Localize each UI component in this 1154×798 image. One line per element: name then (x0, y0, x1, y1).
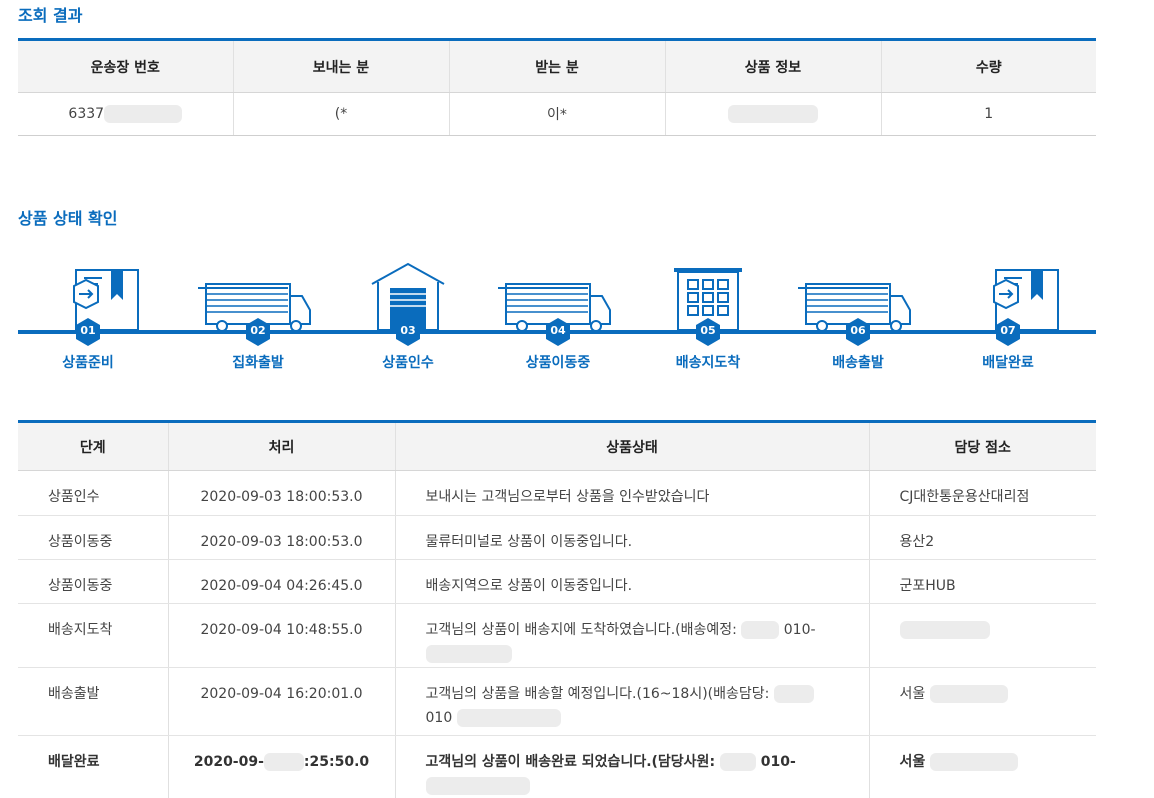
time-cell: 2020-09-04 04:26:45.0 (168, 559, 396, 604)
office-cell: 군포HUB (869, 559, 1096, 604)
table-row: 상품이동중 2020-09-04 04:26:45.0 배송지역으로 상품이 이… (18, 559, 1096, 604)
table-row: 상품인수 2020-09-03 18:00:53.0 보내시는 고객님으로부터 … (18, 470, 1096, 516)
office-cell: CJ대한통운용산대리점 (869, 470, 1096, 516)
status-text-tail: 010- (783, 622, 816, 638)
status-text-tail: 010- (760, 754, 796, 770)
step-cell: 배송출발 (18, 667, 169, 736)
step-number-badge: 02 (246, 318, 270, 346)
table-header-row: 운송장 번호 보내는 분 받는 분 상품 정보 수량 (18, 39, 1096, 93)
time-cell: 2020-09- :25:50.0 (168, 735, 396, 798)
time-text: 2020-09- (193, 754, 264, 770)
office-name: 서울 (899, 754, 926, 770)
step-cell: 배달완료 (18, 735, 169, 798)
column-header: 처리 (168, 421, 396, 471)
column-header: 수량 (881, 39, 1096, 93)
status-table: 단계 처리 상품상태 담당 점소 상품인수 2020-09-03 18:00:5… (18, 420, 1096, 798)
redacted-block (741, 621, 780, 639)
step-label: 상품준비 (62, 355, 114, 371)
receiver-name: 이* (547, 107, 567, 123)
time-text-tail: :25:50.0 (303, 754, 370, 770)
status-cell: 고객님의 상품이 배송지에 도착하였습니다.(배송예정: 010- (395, 603, 870, 668)
column-header: 상품 정보 (665, 39, 882, 93)
redacted-block (899, 621, 990, 639)
step-number-badge: 07 (996, 318, 1020, 346)
redacted-block (425, 645, 512, 663)
redacted-block (930, 753, 1019, 771)
step-cell: 상품이동중 (18, 559, 169, 604)
table-row: 배송지도착 2020-09-04 10:48:55.0 고객님의 상품이 배송지… (18, 603, 1096, 668)
column-header: 담당 점소 (869, 421, 1096, 471)
sender-cell: (* (233, 92, 450, 136)
step-label: 배송지도착 (675, 355, 741, 371)
time-cell: 2020-09-04 16:20:01.0 (168, 667, 396, 736)
table-row: 배달완료 2020-09- :25:50.0 고객님의 상품이 배송완료 되었습니… (18, 735, 1096, 798)
status-section-title: 상품 상태 확인 (18, 209, 118, 228)
result-table: 운송장 번호 보내는 분 받는 분 상품 정보 수량 6337 (* 이* 1 (18, 38, 1096, 136)
redacted-block (104, 105, 183, 123)
time-cell: 2020-09-03 18:00:53.0 (168, 515, 396, 560)
result-section-title: 조회 결과 (18, 6, 83, 25)
redacted-block (719, 753, 756, 771)
office-cell: 서울 (869, 735, 1096, 798)
status-cell: 고객님의 상품이 배송완료 되었습니다.(담당사원: 010- (395, 735, 870, 798)
redacted-block (263, 753, 304, 771)
step-number-badge: 01 (76, 318, 100, 346)
status-cell: 고객님의 상품을 배송할 예정입니다.(16~18시)(배송담당: 010 (395, 667, 870, 736)
step-cell: 배송지도착 (18, 603, 169, 668)
status-cell: 배송지역으로 상품이 이동중입니다. (395, 559, 870, 604)
column-header: 운송장 번호 (18, 39, 234, 93)
office-cell (869, 603, 1096, 668)
status-text: 고객님의 상품이 배송완료 되었습니다.(담당사원: (425, 754, 716, 770)
redacted-block (425, 777, 530, 795)
column-header: 보내는 분 (233, 39, 450, 93)
office-cell: 용산2 (869, 515, 1096, 560)
status-text: 고객님의 상품을 배송할 예정입니다.(16~18시)(배송담당: (425, 686, 770, 702)
column-header: 상품상태 (395, 421, 870, 471)
column-header: 단계 (18, 421, 169, 471)
table-row: 배송출발 2020-09-04 16:20:01.0 고객님의 상품을 배송할 … (18, 667, 1096, 736)
step-number-badge: 05 (696, 318, 720, 346)
step-label: 배달완료 (982, 355, 1034, 371)
time-cell: 2020-09-04 10:48:55.0 (168, 603, 396, 668)
redacted-block (773, 685, 814, 703)
step-number-badge: 04 (546, 318, 570, 346)
sender-name: (* (334, 106, 348, 122)
status-cell: 물류터미널로 상품이 이동중입니다. (395, 515, 870, 560)
time-cell: 2020-09-03 18:00:53.0 (168, 470, 396, 516)
column-header: 받는 분 (449, 39, 666, 93)
table-row: 6337 (* 이* 1 (18, 92, 1096, 136)
step-number-badge: 03 (396, 318, 420, 346)
status-text-line2: 010 (425, 710, 453, 726)
step-label: 배송출발 (832, 355, 884, 371)
step-label: 상품이동중 (525, 355, 591, 371)
table-row: 상품이동중 2020-09-03 18:00:53.0 물류터미널로 상품이 이… (18, 515, 1096, 560)
step-cell: 상품인수 (18, 470, 169, 516)
tracking-number: 6337 (68, 106, 105, 122)
table-header-row: 단계 처리 상품상태 담당 점소 (18, 421, 1096, 471)
office-cell: 서울 (869, 667, 1096, 736)
product-cell (665, 92, 882, 136)
step-label: 상품인수 (382, 355, 434, 371)
redacted-block (456, 709, 561, 727)
step-label: 집화출발 (232, 355, 284, 371)
status-cell: 보내시는 고객님으로부터 상품을 인수받았습니다 (395, 470, 870, 516)
redacted-block (929, 685, 1008, 703)
tracking-number-cell: 6337 (18, 92, 234, 136)
step-cell: 상품이동중 (18, 515, 169, 560)
redacted-block (728, 105, 818, 123)
receiver-cell: 이* (449, 92, 666, 136)
progress-tracker: 01 상품준비 02 집화출발 03 상품인수 04 상품이동중 05 배송지도… (18, 258, 1096, 378)
status-text: 고객님의 상품이 배송지에 도착하였습니다.(배송예정: (425, 622, 737, 638)
quantity-cell: 1 (881, 92, 1096, 136)
quantity: 1 (984, 106, 994, 122)
office-name: 서울 (899, 686, 926, 702)
step-number-badge: 06 (846, 318, 870, 346)
